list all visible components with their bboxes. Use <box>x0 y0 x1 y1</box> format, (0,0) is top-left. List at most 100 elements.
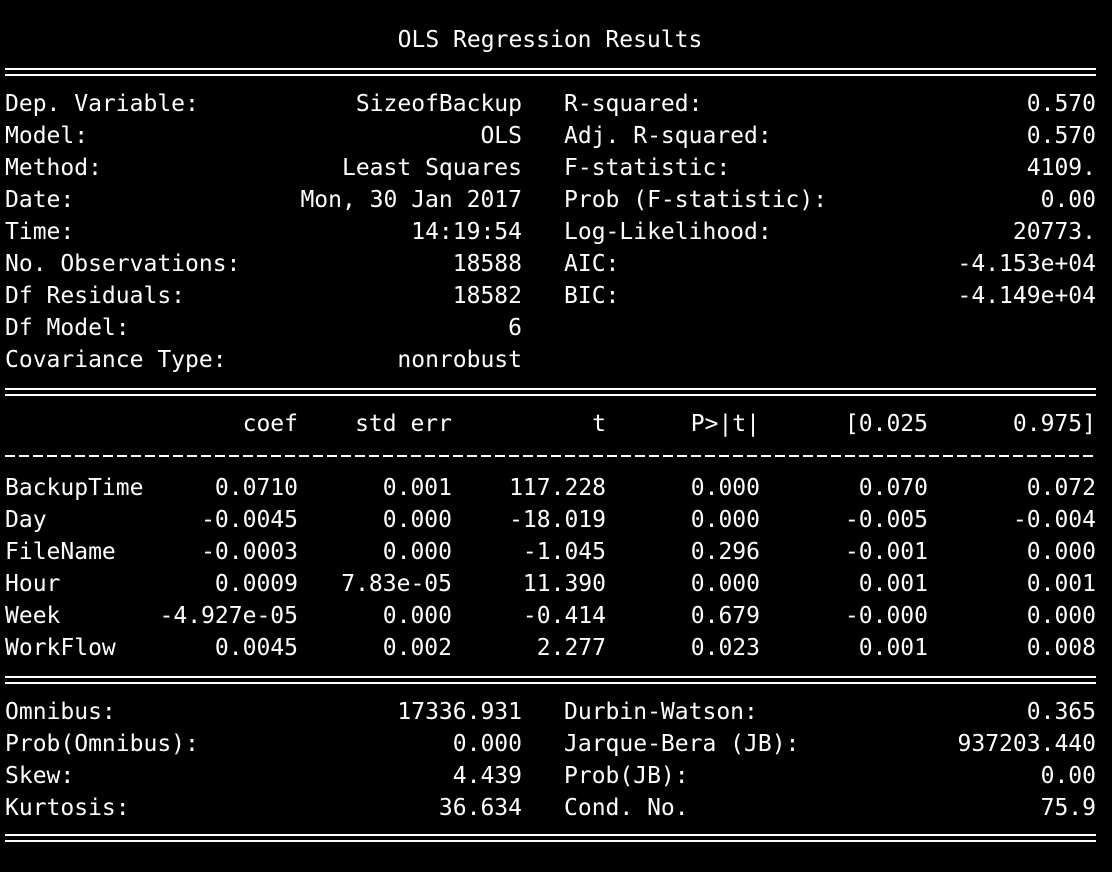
double-rule-mid <box>5 388 1096 396</box>
pvalue-cell: 0.000 <box>690 571 760 597</box>
variable-name: BackupTime <box>5 475 144 501</box>
stderr-cell: 0.000 <box>382 539 452 565</box>
stderr-cell: 0.000 <box>382 507 452 533</box>
column-header: coef <box>242 411 298 437</box>
variable-name: Week <box>5 603 61 629</box>
pvalue-cell: 0.000 <box>690 507 760 533</box>
model-info-label: Method: <box>5 155 102 181</box>
ci-lower-cell: 0.001 <box>858 571 928 597</box>
ci-upper-cell: 0.001 <box>1026 571 1096 597</box>
t-cell: -0.414 <box>522 603 606 629</box>
model-info-value: 14:19:54 <box>411 219 522 245</box>
model-stat-value: 4109. <box>1026 155 1096 181</box>
model-stat-value: 0.570 <box>1026 91 1096 117</box>
coef-cell: -0.0003 <box>201 539 298 565</box>
diagnostic-label: Jarque-Bera (JB): <box>564 731 800 757</box>
t-cell: 11.390 <box>522 571 606 597</box>
model-info-value: 18582 <box>452 283 522 309</box>
model-stat-value: -4.153e+04 <box>957 251 1096 277</box>
coef-cell: -4.927e-05 <box>159 603 298 629</box>
model-stat-label: Adj. R-squared: <box>564 123 772 149</box>
t-cell: -1.045 <box>522 539 606 565</box>
model-stat-label: F-statistic: <box>564 155 731 181</box>
page-title: OLS Regression Results <box>397 27 703 53</box>
variable-name: WorkFlow <box>5 635 116 661</box>
model-info-label: Time: <box>5 219 75 245</box>
model-stat-value: -4.149e+04 <box>957 283 1096 309</box>
model-info-label: Dep. Variable: <box>5 91 199 117</box>
ci-upper-cell: 0.000 <box>1026 539 1096 565</box>
pvalue-cell: 0.296 <box>690 539 760 565</box>
ci-lower-cell: 0.070 <box>858 475 928 501</box>
diagnostic-label: Kurtosis: <box>5 795 130 821</box>
model-info-label: Date: <box>5 187 75 213</box>
ci-lower-cell: -0.005 <box>844 507 928 533</box>
pvalue-cell: 0.000 <box>690 475 760 501</box>
diagnostic-value: 0.00 <box>1040 763 1096 789</box>
pvalue-cell: 0.679 <box>690 603 760 629</box>
model-info-value: SizeofBackup <box>355 91 522 117</box>
model-info-value: 6 <box>508 315 522 341</box>
t-cell: -18.019 <box>509 507 606 533</box>
model-info-value: OLS <box>480 123 522 149</box>
model-stat-label: AIC: <box>564 251 620 277</box>
double-rule-bottom <box>5 834 1096 842</box>
model-info-label: No. Observations: <box>5 251 241 277</box>
ci-upper-cell: 0.008 <box>1026 635 1096 661</box>
diagnostic-value: 0.365 <box>1026 699 1096 725</box>
stderr-cell: 7.83e-05 <box>341 571 452 597</box>
t-cell: 117.228 <box>509 475 606 501</box>
model-info-label: Covariance Type: <box>5 347 227 373</box>
diagnostic-label: Cond. No. <box>564 795 689 821</box>
diagnostic-label: Omnibus: <box>5 699 116 725</box>
model-stat-value: 20773. <box>1012 219 1096 245</box>
terminal-output: OLS Regression Results Dep. Variable: Si… <box>0 0 1112 872</box>
diagnostic-value: 75.9 <box>1040 795 1096 821</box>
column-header: t <box>592 411 606 437</box>
diagnostic-value: 0.000 <box>452 731 522 757</box>
diagnostic-value: 4.439 <box>452 763 522 789</box>
ci-lower-cell: -0.000 <box>844 603 928 629</box>
ci-upper-cell: 0.072 <box>1026 475 1096 501</box>
model-info-value: 18588 <box>452 251 522 277</box>
diagnostic-value: 17336.931 <box>397 699 522 725</box>
model-stat-label: R-squared: <box>564 91 703 117</box>
model-info-value: Mon, 30 Jan 2017 <box>300 187 522 213</box>
variable-name: Hour <box>5 571 61 597</box>
coef-cell: 0.0710 <box>214 475 298 501</box>
coef-cell: 0.0045 <box>214 635 298 661</box>
double-rule-top <box>5 68 1096 76</box>
ci-lower-cell: 0.001 <box>858 635 928 661</box>
stderr-cell: 0.001 <box>382 475 452 501</box>
model-stat-label: BIC: <box>564 283 620 309</box>
model-info-value: Least Squares <box>341 155 522 181</box>
ci-upper-cell: -0.004 <box>1012 507 1096 533</box>
column-header: [0.025 <box>844 411 928 437</box>
t-cell: 2.277 <box>536 635 606 661</box>
diagnostic-label: Prob(Omnibus): <box>5 731 199 757</box>
column-header: 0.975] <box>1012 411 1096 437</box>
column-header: P>|t| <box>690 411 760 437</box>
column-header: std err <box>355 411 452 437</box>
ci-lower-cell: -0.001 <box>844 539 928 565</box>
coef-cell: -0.0045 <box>201 507 298 533</box>
diagnostic-value: 937203.440 <box>957 731 1096 757</box>
model-info-value: nonrobust <box>397 347 522 373</box>
model-stat-value: 0.570 <box>1026 123 1096 149</box>
model-stat-label: Log-Likelihood: <box>564 219 772 245</box>
variable-name: FileName <box>5 539 116 565</box>
stderr-cell: 0.002 <box>382 635 452 661</box>
diagnostic-label: Skew: <box>5 763 75 789</box>
double-rule-lower <box>5 676 1096 684</box>
diagnostic-value: 36.634 <box>438 795 522 821</box>
coef-cell: 0.0009 <box>214 571 298 597</box>
variable-name: Day <box>5 507 47 533</box>
model-info-label: Df Model: <box>5 315 130 341</box>
pvalue-cell: 0.023 <box>690 635 760 661</box>
diagnostic-label: Prob(JB): <box>564 763 689 789</box>
model-stat-value: 0.00 <box>1040 187 1096 213</box>
model-info-label: Df Residuals: <box>5 283 186 309</box>
ci-upper-cell: 0.000 <box>1026 603 1096 629</box>
stderr-cell: 0.000 <box>382 603 452 629</box>
model-stat-label: Prob (F-statistic): <box>564 187 828 213</box>
